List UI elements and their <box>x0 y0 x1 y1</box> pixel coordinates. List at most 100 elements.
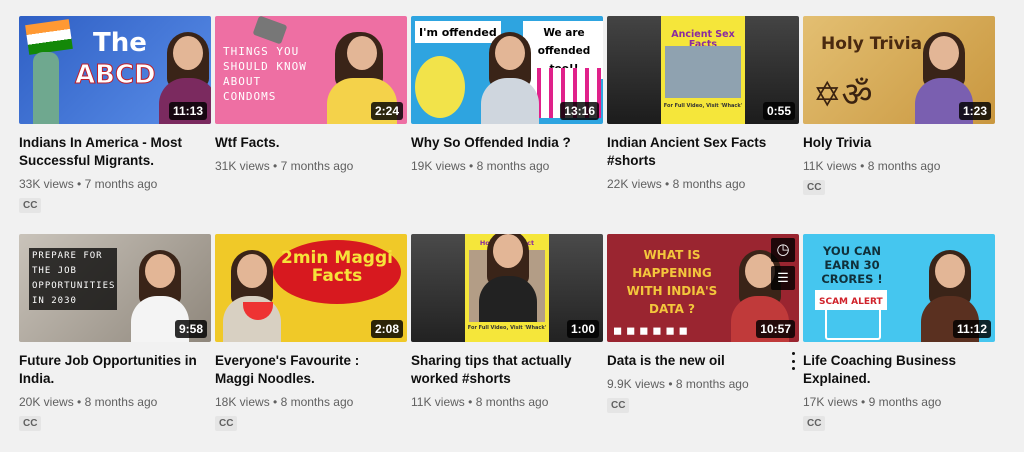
flag-graphic <box>25 19 73 55</box>
video-thumbnail[interactable]: THINGS YOU SHOULD KNOW ABOUT CONDOMS 2:2… <box>215 16 407 124</box>
video-thumbnail[interactable]: WHAT IS HAPPENING WITH INDIA'S DATA ? ◼◼… <box>607 234 799 342</box>
cc-badge: CC <box>215 416 238 431</box>
thumb-text-2: For Full Video, Visit 'Whack' <box>467 325 547 331</box>
video-card[interactable]: PREPARE FOR THE JOB OPPORTUNITIES IN 203… <box>19 234 211 452</box>
video-meta: 19K views • 8 months ago <box>411 159 550 173</box>
view-count: 11K views <box>803 159 857 173</box>
presenter-image <box>481 32 539 124</box>
view-count: 20K views <box>19 395 74 409</box>
religious-symbols-icon: ✡ॐ <box>813 76 873 114</box>
video-card[interactable]: I'm offended We are offended too!! 13:16… <box>411 16 603 234</box>
cc-badge: CC <box>607 398 630 413</box>
video-title[interactable]: Wtf Facts. <box>215 134 395 152</box>
video-card[interactable]: 2min Maggi Facts 2:08 Everyone's Favouri… <box>215 234 407 452</box>
video-thumbnail[interactable]: The ABCD 11:13 <box>19 16 211 124</box>
more-actions-icon[interactable] <box>787 350 799 372</box>
view-count: 17K views <box>803 395 858 409</box>
upload-age: 8 months ago <box>672 177 746 191</box>
video-title[interactable]: Future Job Opportunities in India. <box>19 352 199 388</box>
upload-age: 8 months ago <box>476 159 550 173</box>
upload-age: 8 months ago <box>84 395 158 409</box>
video-thumbnail[interactable]: Ancient Sex Facts For Full Video, Visit … <box>607 16 799 124</box>
video-card[interactable]: The ABCD 11:13 Indians In America - Most… <box>19 16 211 234</box>
video-thumbnail[interactable]: I'm offended We are offended too!! 13:16 <box>411 16 603 124</box>
thumb-text-1: The <box>93 28 147 58</box>
thumb-text-1: Holy Trivia <box>821 34 923 54</box>
video-card[interactable]: YOU CAN EARN 30 CRORES ! SCAM ALERT 11:1… <box>803 234 995 452</box>
video-card[interactable]: How To Attract Women For Full Video, Vis… <box>411 234 603 452</box>
duration-badge: 2:24 <box>370 102 403 120</box>
upload-age: 9 months ago <box>868 395 942 409</box>
video-thumbnail[interactable]: Holy Trivia ✡ॐ 1:23 <box>803 16 995 124</box>
duration-badge: 11:12 <box>952 320 991 338</box>
short-image <box>469 234 545 322</box>
duration-badge: 10:57 <box>756 320 795 338</box>
video-thumbnail[interactable]: PREPARE FOR THE JOB OPPORTUNITIES IN 203… <box>19 234 211 342</box>
video-title[interactable]: Why So Offended India ? <box>411 134 591 152</box>
short-frame: How To Attract Women For Full Video, Vis… <box>465 234 549 342</box>
cc-badge: CC <box>19 198 42 213</box>
video-title[interactable]: Indian Ancient Sex Facts #shorts <box>607 134 787 170</box>
video-title[interactable]: Life Coaching Business Explained. <box>803 352 983 388</box>
duration-badge: 0:55 <box>762 102 795 120</box>
video-meta: 33K views • 7 months ago <box>19 177 158 191</box>
video-card[interactable]: WHAT IS HAPPENING WITH INDIA'S DATA ? ◼◼… <box>607 234 799 452</box>
video-meta: 11K views • 8 months ago <box>803 159 941 173</box>
upload-age: 7 months ago <box>84 177 158 191</box>
thumb-text-2: ABCD <box>75 60 157 90</box>
video-meta: 9.9K views • 8 months ago <box>607 377 749 391</box>
video-title[interactable]: Holy Trivia <box>803 134 983 152</box>
add-to-queue-icon[interactable]: ☰ <box>771 266 795 290</box>
duration-badge: 1:00 <box>566 320 599 338</box>
thumb-text-2: For Full Video, Visit 'Whack' <box>663 103 743 109</box>
video-meta: 22K views • 8 months ago <box>607 177 746 191</box>
video-title[interactable]: Indians In America - Most Successful Mig… <box>19 134 199 170</box>
thumb-text-1: YOU CAN EARN 30 CRORES ! <box>821 244 883 286</box>
video-meta: 20K views • 8 months ago <box>19 395 158 409</box>
view-count: 11K views <box>411 395 465 409</box>
view-count: 19K views <box>411 159 466 173</box>
thumb-text-1: WHAT IS HAPPENING WITH INDIA'S DATA ? <box>626 248 718 316</box>
duration-badge: 2:08 <box>370 320 403 338</box>
duration-badge: 13:16 <box>560 102 599 120</box>
video-card[interactable]: Ancient Sex Facts For Full Video, Visit … <box>607 16 799 234</box>
short-frame: Ancient Sex Facts For Full Video, Visit … <box>661 16 745 124</box>
view-count: 31K views <box>215 159 270 173</box>
thumb-text-1: 2min Maggi Facts <box>281 248 393 286</box>
duration-badge: 1:23 <box>958 102 991 120</box>
video-title[interactable]: Sharing tips that actually worked #short… <box>411 352 591 388</box>
video-card[interactable]: Holy Trivia ✡ॐ 1:23 Holy Trivia 11K view… <box>803 16 995 234</box>
cartoon-graphic <box>415 56 465 118</box>
laptop-graphic <box>825 306 881 340</box>
view-count: 33K views <box>19 177 74 191</box>
cc-badge: CC <box>803 180 826 195</box>
short-image <box>665 46 741 98</box>
video-meta: 17K views • 9 months ago <box>803 395 942 409</box>
video-meta: 31K views • 7 months ago <box>215 159 354 173</box>
upload-age: 7 months ago <box>280 159 354 173</box>
video-thumbnail[interactable]: YOU CAN EARN 30 CRORES ! SCAM ALERT 11:1… <box>803 234 995 342</box>
video-thumbnail[interactable]: 2min Maggi Facts 2:08 <box>215 234 407 342</box>
condom-graphic <box>252 16 288 45</box>
watch-later-icon[interactable]: ◷ <box>771 238 795 262</box>
duration-badge: 9:58 <box>174 320 207 338</box>
view-count: 22K views <box>607 177 662 191</box>
video-grid: The ABCD 11:13 Indians In America - Most… <box>19 16 995 452</box>
thumb-text-1: THINGS YOU SHOULD KNOW ABOUT CONDOMS <box>223 45 307 103</box>
upload-age: 8 months ago <box>867 159 941 173</box>
presenter-image <box>479 234 537 322</box>
thumb-text-bubble: 2min Maggi Facts <box>273 240 401 304</box>
video-meta: 18K views • 8 months ago <box>215 395 354 409</box>
video-thumbnail[interactable]: How To Attract Women For Full Video, Vis… <box>411 234 603 342</box>
statue-graphic <box>33 52 59 124</box>
cc-badge: CC <box>19 416 42 431</box>
upload-age: 8 months ago <box>675 377 749 391</box>
video-meta: 11K views • 8 months ago <box>411 395 549 409</box>
view-count: 18K views <box>215 395 270 409</box>
duration-badge: 11:13 <box>168 102 207 120</box>
video-title[interactable]: Everyone's Favourite : Maggi Noodles. <box>215 352 395 388</box>
video-title[interactable]: Data is the new oil <box>607 352 787 370</box>
view-count: 9.9K views <box>607 377 666 391</box>
social-icons: ◼◼◼◼◼◼ <box>613 325 692 337</box>
video-card[interactable]: THINGS YOU SHOULD KNOW ABOUT CONDOMS 2:2… <box>215 16 407 234</box>
